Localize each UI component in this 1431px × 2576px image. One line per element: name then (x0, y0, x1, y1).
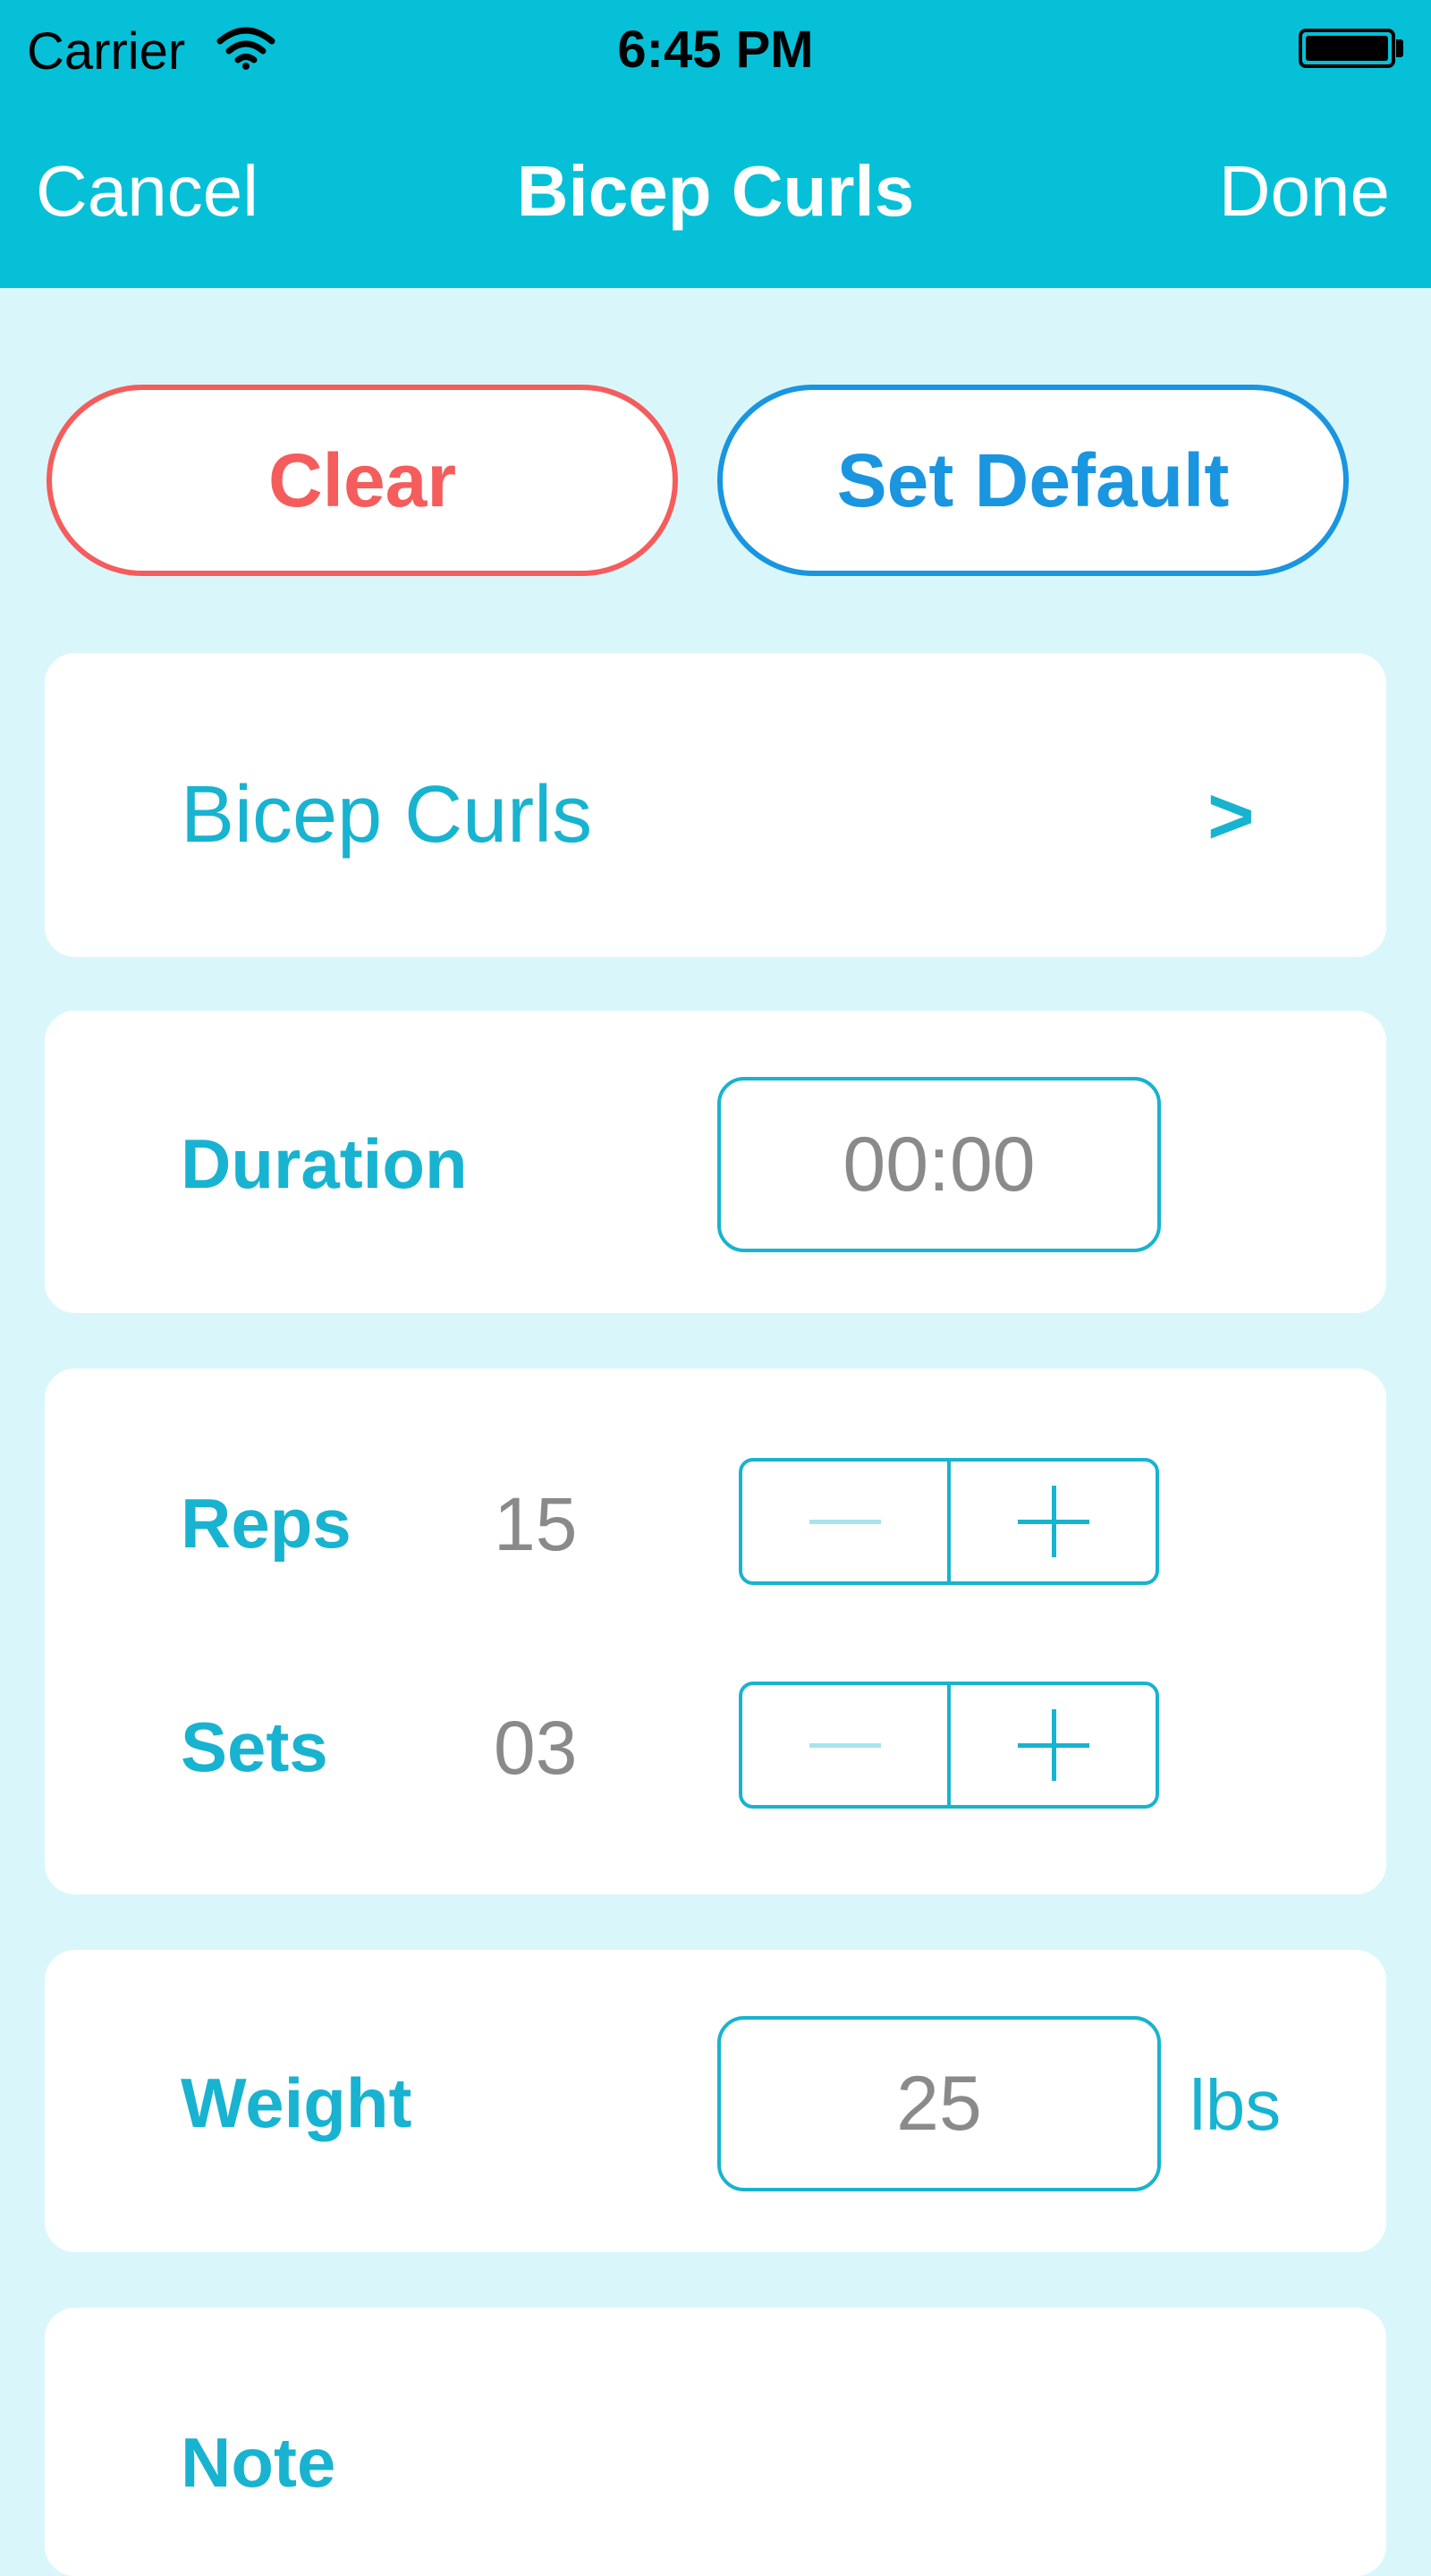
navigation-header: Carrier 6:45 PM Cancel Bicep Curls Done (0, 0, 1431, 288)
done-button[interactable]: Done (1219, 150, 1390, 233)
weight-card: Weight 25 lbs (45, 1950, 1386, 2252)
status-time: 6:45 PM (617, 21, 814, 79)
chevron-right-icon: > (1207, 772, 1255, 861)
battery-icon (1299, 29, 1395, 68)
duration-field[interactable]: 00:00 (717, 1077, 1161, 1252)
clear-button[interactable]: Clear (47, 385, 678, 576)
reps-stepper (739, 1458, 1159, 1585)
note-label: Note (181, 2423, 336, 2502)
plus-icon (1017, 1709, 1089, 1781)
duration-label: Duration (181, 1124, 468, 1203)
minus-icon (809, 1519, 881, 1524)
weight-label: Weight (181, 2063, 412, 2142)
reps-increment-button[interactable] (951, 1462, 1156, 1581)
exercise-name: Bicep Curls (181, 770, 593, 860)
sets-label: Sets (181, 1707, 328, 1786)
duration-card: Duration 00:00 (45, 1011, 1386, 1313)
weight-field[interactable]: 25 (717, 2016, 1161, 2191)
reps-sets-card: Reps 15 Sets 03 (45, 1368, 1386, 1894)
sets-increment-button[interactable] (951, 1685, 1156, 1805)
reps-decrement-button[interactable] (742, 1462, 951, 1581)
sets-stepper (739, 1682, 1159, 1809)
reps-value: 15 (494, 1482, 578, 1566)
page-title: Bicep Curls (516, 151, 915, 231)
weight-unit: lbs (1190, 2065, 1282, 2145)
battery-nub (1396, 39, 1403, 57)
status-bar: Carrier 6:45 PM (0, 0, 1431, 98)
sets-value: 03 (494, 1706, 578, 1790)
exercise-selector-card[interactable]: Bicep Curls > (45, 653, 1386, 957)
reps-label: Reps (181, 1484, 351, 1563)
set-default-button[interactable]: Set Default (717, 385, 1349, 576)
minus-icon (809, 1742, 881, 1748)
sets-decrement-button[interactable] (742, 1685, 951, 1805)
plus-icon (1017, 1486, 1089, 1557)
note-card[interactable]: Note (45, 2308, 1386, 2576)
